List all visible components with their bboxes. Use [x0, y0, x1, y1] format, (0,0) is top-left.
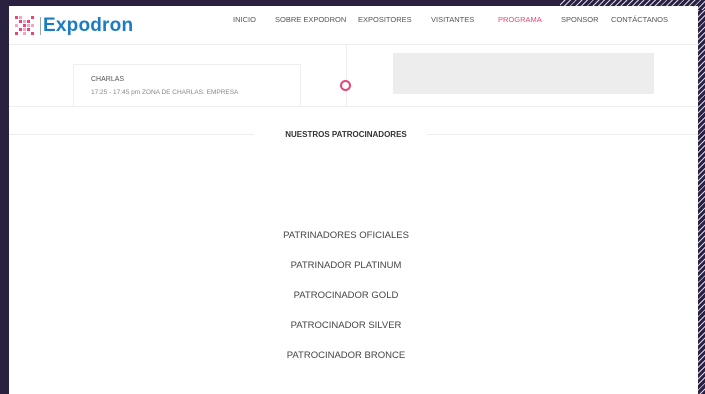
logo[interactable]: Expodron — [15, 15, 133, 37]
session-detail: 17:25 - 17:45 pm ZONA DE CHARLAS: EMPRES… — [91, 89, 239, 96]
section-title: NUESTROS PATROCINADORES — [285, 130, 407, 139]
session-card-placeholder — [393, 53, 654, 94]
nav-item-expositores[interactable]: EXPOSITORES — [358, 15, 412, 24]
sponsor-tier-gold: PATROCINADOR GOLD — [293, 290, 399, 301]
sponsor-tier-silver: PATROCINADOR SILVER — [290, 320, 402, 331]
website-screenshot: Expodron INICIO SOBRE EXPODRON EXPOSITOR… — [9, 6, 698, 394]
nav-item-inicio[interactable]: INICIO — [233, 15, 256, 24]
nav-item-programa[interactable]: PROGRAMA — [498, 15, 542, 24]
sponsor-tier-oficiales: PATRINADORES OFICIALES — [283, 230, 409, 241]
logo-separator — [40, 17, 41, 35]
timeline-line — [346, 44, 347, 106]
sponsor-tier-bronce: PATROCINADOR BRONCE — [286, 350, 406, 361]
nav-item-sobre-expodron[interactable]: SOBRE EXPODRON — [275, 15, 346, 24]
nav-item-contactanos[interactable]: CONTÁCTANOS — [611, 15, 668, 24]
nav-item-sponsor[interactable]: SPONSOR — [561, 15, 599, 24]
site-header: Expodron INICIO SOBRE EXPODRON EXPOSITOR… — [9, 6, 698, 45]
sponsor-tier-platinum: PATRINADOR PLATINUM — [290, 260, 402, 271]
section-divider — [9, 106, 698, 107]
timeline-dot-icon — [340, 80, 351, 91]
logo-mark-icon — [15, 16, 34, 35]
nav-item-visitantes[interactable]: VISITANTES — [431, 15, 474, 24]
logo-text: Expodron — [43, 15, 134, 36]
session-card[interactable]: CHARLAS 17:25 - 17:45 pm ZONA DE CHARLAS… — [73, 64, 301, 107]
session-title: CHARLAS — [91, 76, 125, 83]
